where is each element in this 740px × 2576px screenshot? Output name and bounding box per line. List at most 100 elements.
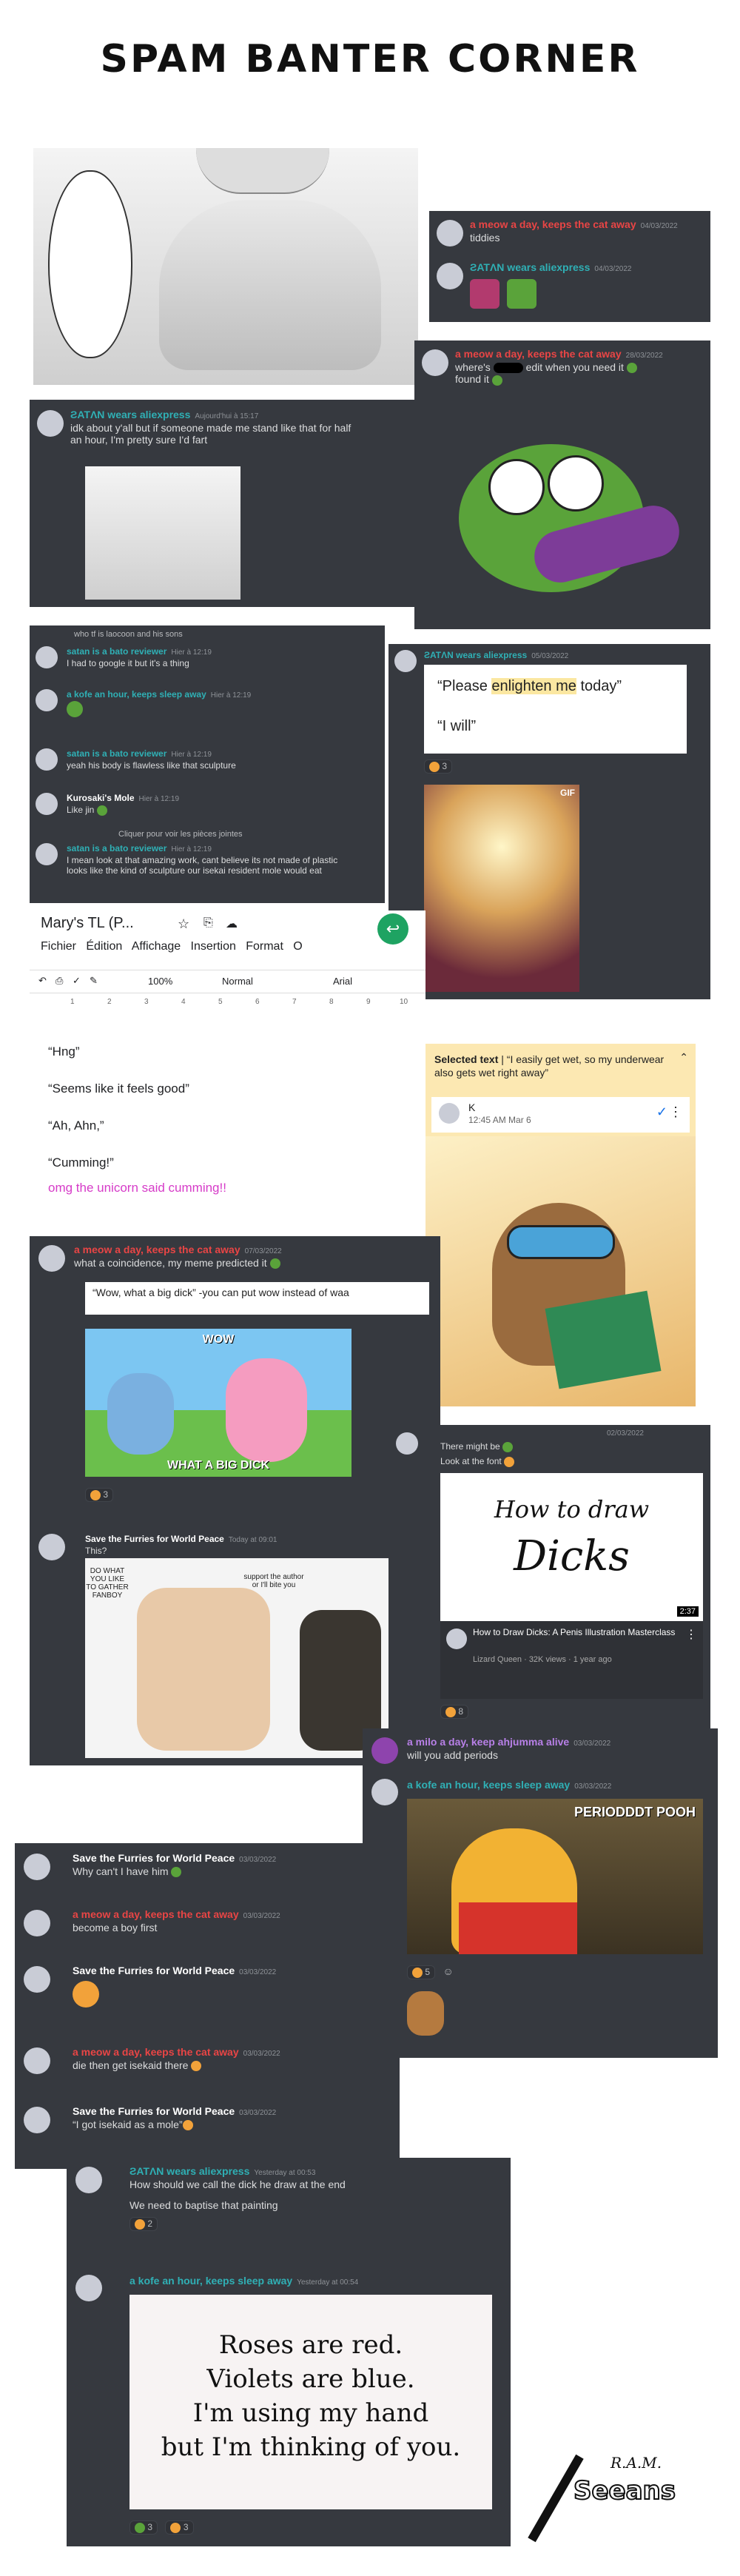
reaction-button[interactable]: 3 xyxy=(85,1488,114,1502)
username[interactable]: ƧATΛN wears aliexpress xyxy=(70,409,190,420)
avatar[interactable] xyxy=(24,1966,50,1993)
username[interactable]: satan is a bato reviewer xyxy=(67,646,166,657)
avatar[interactable] xyxy=(24,1910,50,1936)
move-icon[interactable]: ⎘ xyxy=(204,916,213,930)
add-reaction-icon[interactable]: ☺ xyxy=(443,1965,453,1977)
menu-insert[interactable]: Insertion xyxy=(191,940,236,953)
username[interactable]: a meow a day, keeps the cat away xyxy=(74,1244,240,1255)
avatar[interactable] xyxy=(24,1854,50,1880)
username[interactable]: Kurosaki's Mole xyxy=(67,793,135,803)
username[interactable]: a meow a day, keeps the cat away xyxy=(470,218,636,230)
pepe-eggplant-sticker[interactable] xyxy=(459,429,685,607)
avatar[interactable] xyxy=(24,2107,50,2133)
spellcheck-icon[interactable]: ✓ xyxy=(73,975,81,987)
username[interactable]: a kofe an hour, keeps sleep away xyxy=(407,1779,570,1791)
username[interactable]: satan is a bato reviewer xyxy=(67,843,166,853)
face-emoji-icon xyxy=(191,2061,202,2072)
video-thumbnail[interactable]: How to draw Dicks 2:37 xyxy=(440,1473,703,1621)
avatar[interactable] xyxy=(396,1432,418,1455)
avatar[interactable] xyxy=(36,646,58,668)
attachment-line[interactable]: Cliquer pour voir les pièces jointes xyxy=(118,830,243,839)
pooh-meme-image[interactable]: PERIODDDT POOH xyxy=(407,1799,703,1954)
ruler-mark: 8 xyxy=(329,998,334,1006)
avatar[interactable] xyxy=(36,748,58,771)
doc-line: “Ah, Ahn,” xyxy=(48,1118,104,1133)
menu-tools[interactable]: O xyxy=(293,940,302,953)
avatar[interactable] xyxy=(75,2275,102,2301)
reaction-button[interactable]: 3 xyxy=(130,2520,158,2535)
page-title: SPAM BANTER CORNER xyxy=(100,37,640,81)
print-icon[interactable]: ⎙ xyxy=(56,975,63,987)
timestamp: 28/03/2022 xyxy=(625,352,663,360)
channel-avatar[interactable] xyxy=(446,1629,467,1649)
username[interactable]: Save the Furries for World Peace xyxy=(73,2105,235,2117)
undo-icon[interactable]: ↶ xyxy=(38,975,47,987)
peppa-meme-image[interactable]: WOW WHAT A BIG DICK xyxy=(85,1329,352,1477)
ruler-mark: 2 xyxy=(107,998,112,1006)
avatar[interactable] xyxy=(371,1779,398,1805)
video-title[interactable]: How to Draw Dicks: A Penis Illustration … xyxy=(473,1627,687,1637)
zoom-select[interactable]: 100% xyxy=(148,976,172,987)
avatar[interactable] xyxy=(394,650,417,672)
reaction-button[interactable]: 8 xyxy=(440,1705,469,1719)
style-select[interactable]: Normal xyxy=(222,976,253,987)
anime-fanart-image[interactable]: DO WHAT YOU LIKE TO GATHER FANBOY suppor… xyxy=(85,1558,392,1758)
menu-edit[interactable]: Édition xyxy=(86,940,122,953)
quote-text: today” xyxy=(576,678,622,694)
avatar[interactable] xyxy=(38,1534,65,1560)
username[interactable]: Save the Furries for World Peace xyxy=(73,1965,235,1976)
sculpture-image[interactable] xyxy=(85,466,240,600)
reaction-button[interactable]: 5 xyxy=(407,1965,436,1979)
username[interactable]: Save the Furries for World Peace xyxy=(85,1534,224,1544)
comment-user[interactable]: K xyxy=(468,1101,475,1113)
avatar[interactable] xyxy=(437,263,463,289)
jesus-gif[interactable]: GIF xyxy=(424,785,579,992)
avatar[interactable] xyxy=(437,220,463,246)
avatar[interactable] xyxy=(439,1103,460,1124)
more-icon[interactable]: ⋮ xyxy=(669,1104,682,1120)
menu-file[interactable]: Fichier xyxy=(41,940,76,953)
meme-caption-top: WOW xyxy=(202,1333,235,1346)
cloud-icon[interactable]: ☁ xyxy=(226,916,238,931)
username[interactable]: a kofe an hour, keeps sleep away xyxy=(130,2275,292,2287)
star-icon[interactable]: ☆ xyxy=(178,916,189,932)
avatar[interactable] xyxy=(36,689,58,711)
jerry-reading-image[interactable] xyxy=(426,1136,696,1406)
chevron-up-icon[interactable]: ⌃ xyxy=(679,1051,688,1064)
username[interactable]: satan is a bato reviewer xyxy=(67,748,166,759)
youtube-embed[interactable]: How to draw Dicks 2:37 How to Draw Dicks… xyxy=(440,1473,703,1699)
username[interactable]: a meow a day, keeps the cat away xyxy=(73,2046,239,2058)
doc-title[interactable]: Mary's TL (P... xyxy=(41,915,134,932)
avatar[interactable] xyxy=(37,410,64,437)
avatar[interactable] xyxy=(24,2047,50,2074)
reaction-button[interactable]: 3 xyxy=(165,2520,194,2535)
avatar[interactable] xyxy=(371,1737,398,1764)
more-icon[interactable]: ⋮ xyxy=(685,1627,697,1642)
reaction-button[interactable]: 3 xyxy=(424,759,453,774)
avatar[interactable] xyxy=(75,2167,102,2193)
username[interactable]: a milo a day, keep ahjumma alive xyxy=(407,1736,569,1748)
username[interactable]: a meow a day, keeps the cat away xyxy=(73,1908,239,1920)
poem-image[interactable]: Roses are red. Violets are blue. I'm usi… xyxy=(130,2295,492,2509)
avatar[interactable] xyxy=(36,843,58,865)
username[interactable]: ƧATΛN wears aliexpress xyxy=(470,261,590,273)
username[interactable]: Save the Furries for World Peace xyxy=(73,1852,235,1864)
username[interactable]: ƧATΛN wears aliexpress xyxy=(424,650,527,660)
timestamp: Hier à 12:19 xyxy=(171,845,212,853)
timestamp: Aujourd'hui à 15:17 xyxy=(195,412,259,420)
menu-view[interactable]: Affichage xyxy=(132,940,181,953)
paint-format-icon[interactable]: ✎ xyxy=(90,975,98,987)
font-select[interactable]: Arial xyxy=(333,976,352,987)
menu-format[interactable]: Format xyxy=(246,940,283,953)
avatar[interactable] xyxy=(422,349,448,376)
username[interactable]: ƧATΛN wears aliexpress xyxy=(130,2165,249,2177)
share-icon[interactable]: ↩ xyxy=(377,913,408,945)
jerry-sticker[interactable] xyxy=(407,1991,444,2036)
message-text: This? xyxy=(85,1546,107,1556)
username[interactable]: a kofe an hour, keeps sleep away xyxy=(67,689,206,700)
username[interactable]: a meow a day, keeps the cat away xyxy=(455,348,622,360)
resolve-check-icon[interactable]: ✓ xyxy=(656,1104,667,1120)
reaction-button[interactable]: 2 xyxy=(130,2217,158,2231)
avatar[interactable] xyxy=(38,1245,65,1272)
avatar[interactable] xyxy=(36,793,58,815)
